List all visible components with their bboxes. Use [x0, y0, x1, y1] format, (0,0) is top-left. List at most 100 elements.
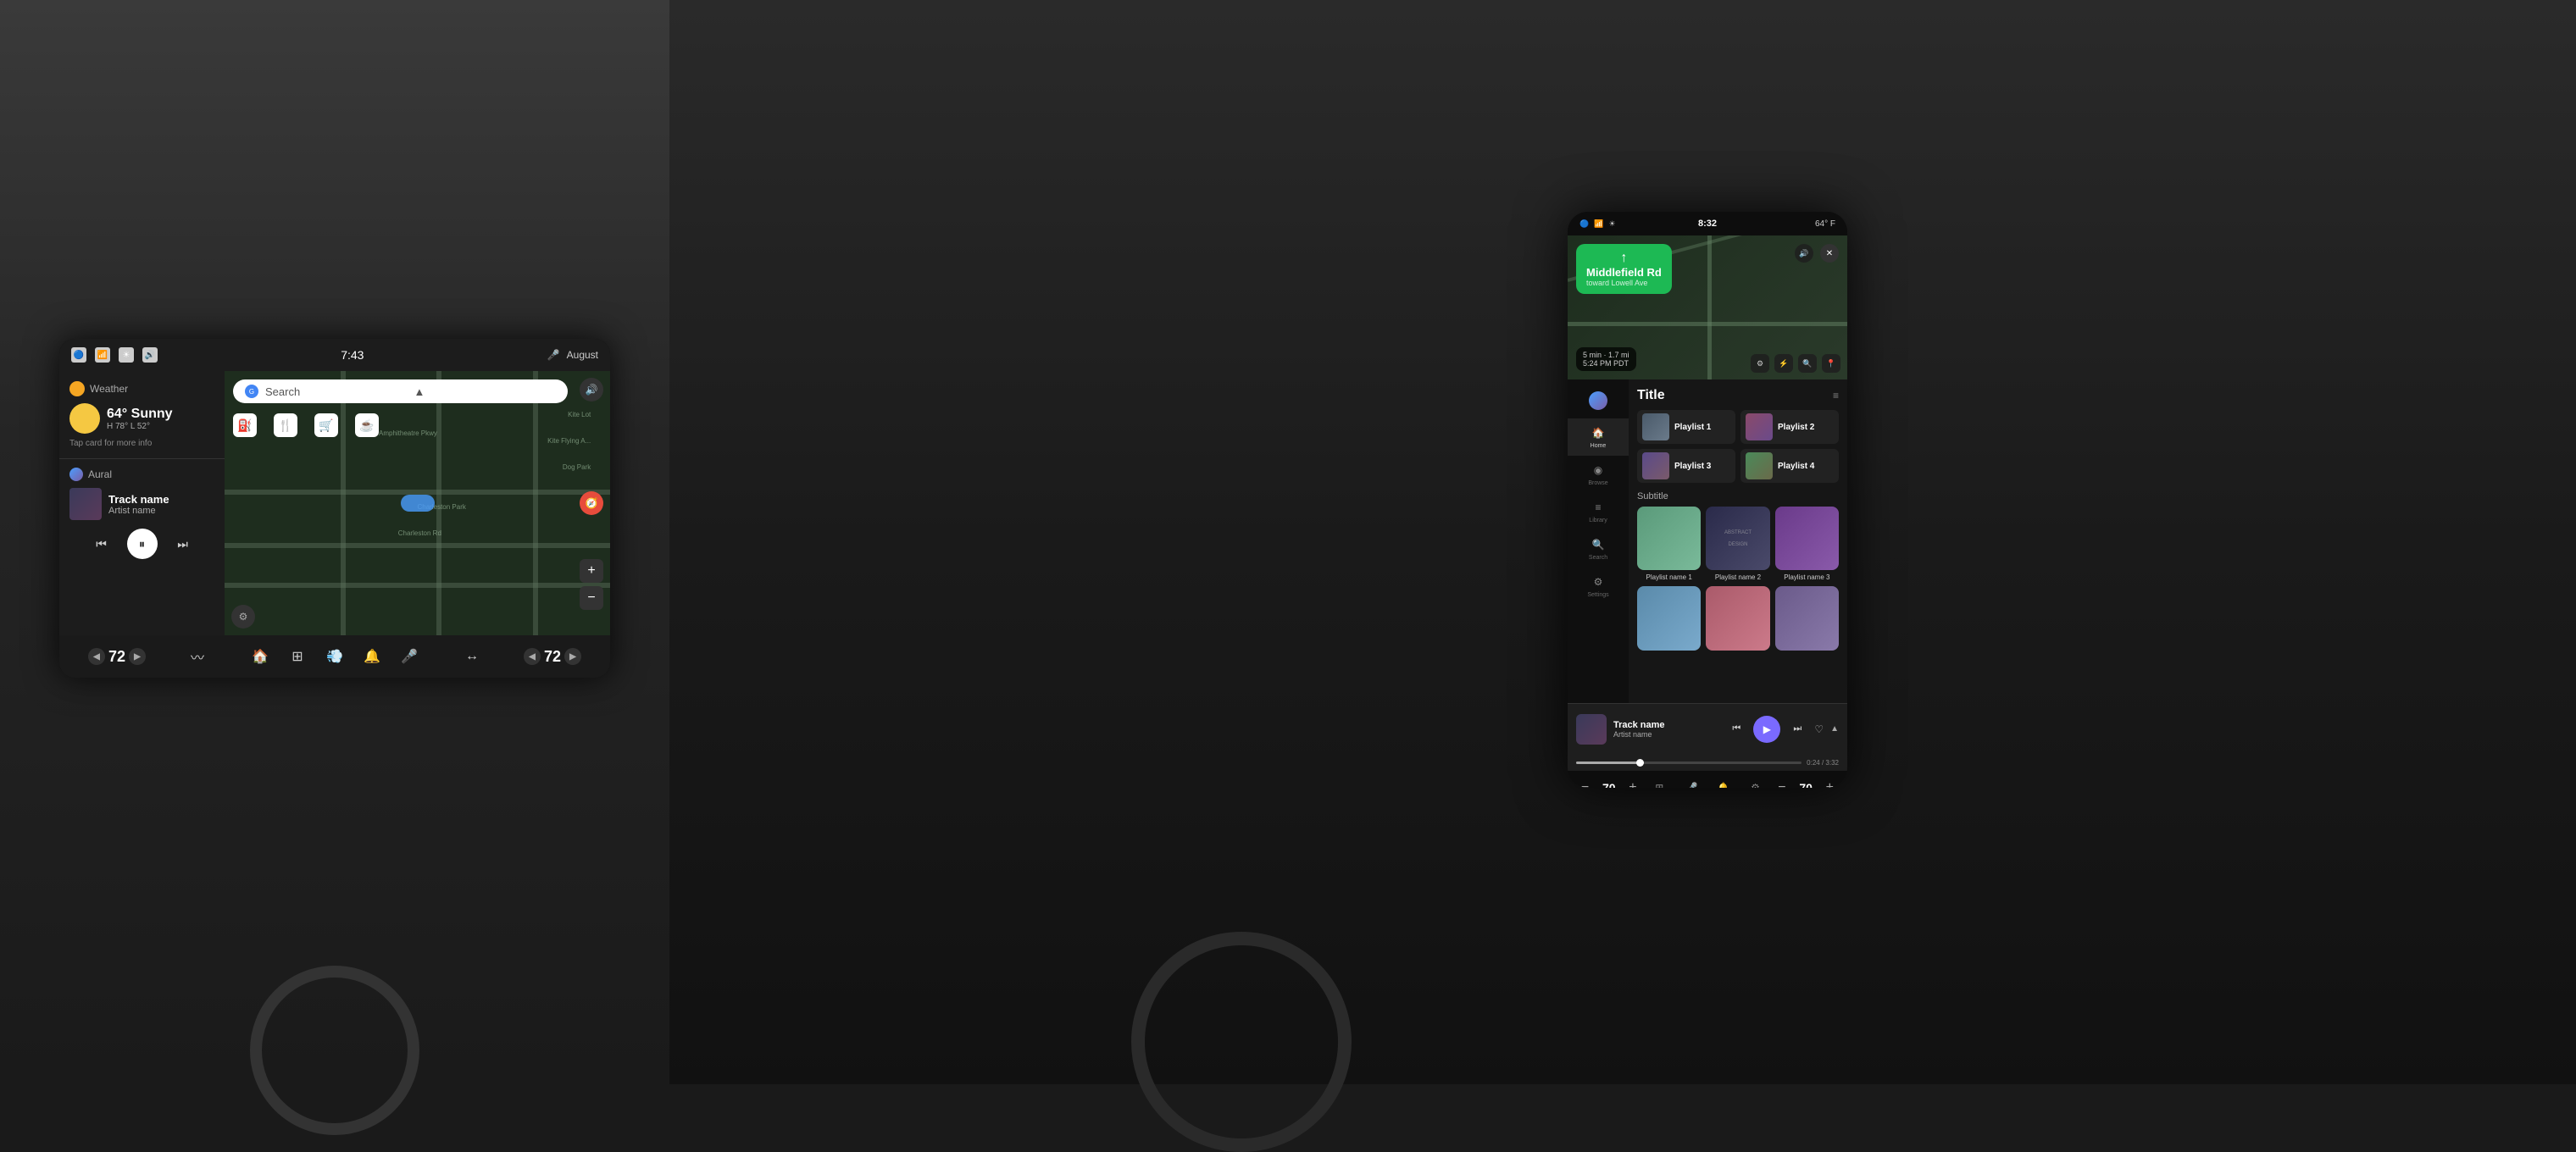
weather-card[interactable]: Weather 64° Sunny H 78° L 52° Tap card f… — [59, 371, 225, 459]
phone-app: 🏠 Home ◉ Browse ≡ Library 🔍 Search ⚙ — [1568, 379, 1847, 703]
sidebar-library-label: Library — [1589, 518, 1607, 523]
playlist-card-1[interactable]: Playlist name 1 — [1637, 507, 1701, 581]
temp-left-plus-phone[interactable]: + — [1629, 780, 1636, 788]
temp-left-down[interactable]: ◀ — [88, 648, 105, 665]
music-header: Aural — [69, 468, 214, 481]
temp-right-down[interactable]: ◀ — [524, 648, 541, 665]
map-label-charleston: Charleston Rd — [398, 529, 441, 537]
playlist-4-name: Playlist 4 — [1778, 462, 1814, 471]
nav-sound-button[interactable]: 🔊 — [1795, 244, 1813, 263]
temp-right-group: ◀ 72 ▶ — [524, 648, 581, 666]
phone-nav-map[interactable]: ↑ Middlefield Rd toward Lowell Ave 5 min… — [1568, 235, 1847, 379]
map-volume-button[interactable]: 🔊 — [580, 378, 603, 402]
nav-close-button[interactable]: ✕ — [1820, 244, 1839, 263]
sidebar-browse-label: Browse — [1588, 480, 1607, 486]
nav-mic-button[interactable]: 🎤 — [398, 645, 420, 667]
section-subtitle: Subtitle — [1637, 491, 1839, 501]
next-button[interactable]: ⏭ — [171, 532, 195, 556]
np-heart-button[interactable]: ♡ — [1814, 723, 1824, 735]
nav-home-button[interactable]: 🏠 — [249, 645, 271, 667]
zoom-out-button[interactable]: − — [580, 586, 603, 610]
nav-fan-button[interactable]: 💨 — [324, 645, 346, 667]
poi-food-icon[interactable]: 🍴 — [274, 413, 297, 437]
playlist-card-3-art — [1775, 507, 1839, 570]
playlist-card-3[interactable]: Playlist name 3 — [1775, 507, 1839, 581]
sidebar-settings-label: Settings — [1587, 592, 1608, 598]
sidebar-item-home[interactable]: 🏠 Home — [1568, 418, 1629, 456]
zoom-in-button[interactable]: + — [580, 559, 603, 583]
sidebar-item-settings[interactable]: ⚙ Settings — [1568, 568, 1629, 605]
phone-mic-button[interactable]: 🎤 — [1682, 778, 1701, 788]
poi-coffee-icon[interactable]: ☕ — [355, 413, 379, 437]
temp-right-up[interactable]: ▶ — [564, 648, 581, 665]
playlist-item-2[interactable]: Playlist 2 — [1740, 410, 1839, 444]
playlist-card-4-art — [1637, 586, 1701, 650]
weather-sun-circle — [69, 403, 100, 434]
map-area[interactable]: Amphitheatre Pkwy Charleston Rd Kite Lot… — [225, 371, 610, 635]
playlist-card-4[interactable] — [1637, 586, 1701, 650]
progress-dot — [1636, 759, 1644, 767]
settings-sidebar-icon: ⚙ — [1591, 574, 1606, 590]
np-next-button[interactable]: ⏭ — [1787, 719, 1807, 739]
nav-direction-arrow-icon: ↑ — [1586, 251, 1662, 266]
sidebar-item-search[interactable]: 🔍 Search — [1568, 530, 1629, 568]
track-row: Track name Artist name — [69, 488, 214, 520]
temp-right-minus-phone[interactable]: − — [1778, 780, 1785, 788]
phone-settings-button[interactable]: ⚙ — [1746, 778, 1765, 788]
aural-app-icon — [1589, 391, 1607, 410]
nav-search-button[interactable]: 🔍 — [1798, 354, 1817, 373]
playlist-item-3[interactable]: Playlist 3 — [1637, 449, 1735, 483]
status-bar-left: 🔵 📶 ☀ 🔊 7:43 🎤 August — [59, 339, 610, 371]
playlist-3-art — [1642, 452, 1669, 479]
phone-screen: 🔵 📶 ☀ 8:32 64° F ↑ Middlefield Rd toward… — [1568, 212, 1847, 788]
now-playing-info: Track name Artist name — [1613, 720, 1719, 739]
home-sidebar-icon: 🏠 — [1591, 425, 1606, 440]
phone-bell-button[interactable]: 🔔 — [1714, 778, 1733, 788]
poi-gas-icon[interactable]: ⛽ — [233, 413, 257, 437]
music-card[interactable]: Aural Track name Artist name ⏮ ⏸ ⏭ — [59, 459, 225, 635]
playlist-card-6[interactable] — [1775, 586, 1839, 650]
map-pois: ⛽ 🍴 🛒 ☕ — [233, 413, 379, 437]
app-main-content: Title ≡ Playlist 1 Playlist 2 Pl — [1629, 379, 1847, 703]
brightness-icon: ☀ — [119, 347, 134, 363]
temp-right-value: 72 — [544, 648, 561, 666]
playlist-item-1[interactable]: Playlist 1 — [1637, 410, 1735, 444]
search-sidebar-icon: 🔍 — [1591, 537, 1606, 552]
nav-settings-button[interactable]: ⚙ — [1751, 354, 1769, 373]
library-sidebar-icon: ≡ — [1591, 500, 1606, 515]
temp-left-up[interactable]: ▶ — [129, 648, 146, 665]
sidebar-item-library[interactable]: ≡ Library — [1568, 493, 1629, 530]
weather-tap-hint: Tap card for more info — [69, 439, 214, 448]
playlist-item-4[interactable]: Playlist 4 — [1740, 449, 1839, 483]
sidebar-item-browse[interactable]: ◉ Browse — [1568, 456, 1629, 493]
weather-main: 64° Sunny H 78° L 52° — [69, 403, 214, 434]
playlist-card-5[interactable] — [1706, 586, 1769, 650]
playlist-bottom-grid: Playlist name 1 ABSTRACT DESIGN Playlist… — [1637, 507, 1839, 581]
playlist-2-art — [1746, 413, 1773, 440]
nav-toward: toward Lowell Ave — [1586, 279, 1662, 287]
np-play-button[interactable]: ▶ — [1753, 716, 1780, 743]
nav-grid-button[interactable]: ⊞ — [286, 645, 308, 667]
prev-button[interactable]: ⏮ — [90, 532, 114, 556]
progress-bar[interactable] — [1576, 762, 1802, 764]
nav-filter-button[interactable]: ⚡ — [1774, 354, 1793, 373]
map-search-bar[interactable]: G Search ▲ — [233, 379, 568, 403]
nav-pin-button[interactable]: 📍 — [1822, 354, 1840, 373]
map-gps-button[interactable]: 🧭 — [580, 491, 603, 515]
np-prev-button[interactable]: ⏮ — [1726, 719, 1746, 739]
temp-left-minus-phone[interactable]: − — [1581, 780, 1589, 788]
google-maps-icon: G — [245, 385, 258, 398]
play-pause-button[interactable]: ⏸ — [127, 529, 158, 559]
app-logo-header — [1568, 386, 1629, 415]
map-label-kite: Kite Lot — [568, 411, 591, 418]
nav-eta-card: 5 min · 1.7 mi 5:24 PM PDT — [1576, 347, 1636, 371]
poi-shopping-icon[interactable]: 🛒 — [314, 413, 338, 437]
right-panel: 🔵 📶 ☀ 8:32 64° F ↑ Middlefield Rd toward… — [669, 0, 2576, 1084]
map-settings-button[interactable]: ⚙ — [231, 605, 255, 629]
np-expand-button[interactable]: ▲ — [1830, 724, 1839, 734]
weather-sun-icon — [69, 381, 85, 396]
phone-grid-button[interactable]: ⊞ — [1650, 778, 1668, 788]
nav-bell-button[interactable]: 🔔 — [361, 645, 383, 667]
temp-right-plus-phone[interactable]: + — [1826, 780, 1834, 788]
playlist-card-2[interactable]: ABSTRACT DESIGN Playlist name 2 — [1706, 507, 1769, 581]
